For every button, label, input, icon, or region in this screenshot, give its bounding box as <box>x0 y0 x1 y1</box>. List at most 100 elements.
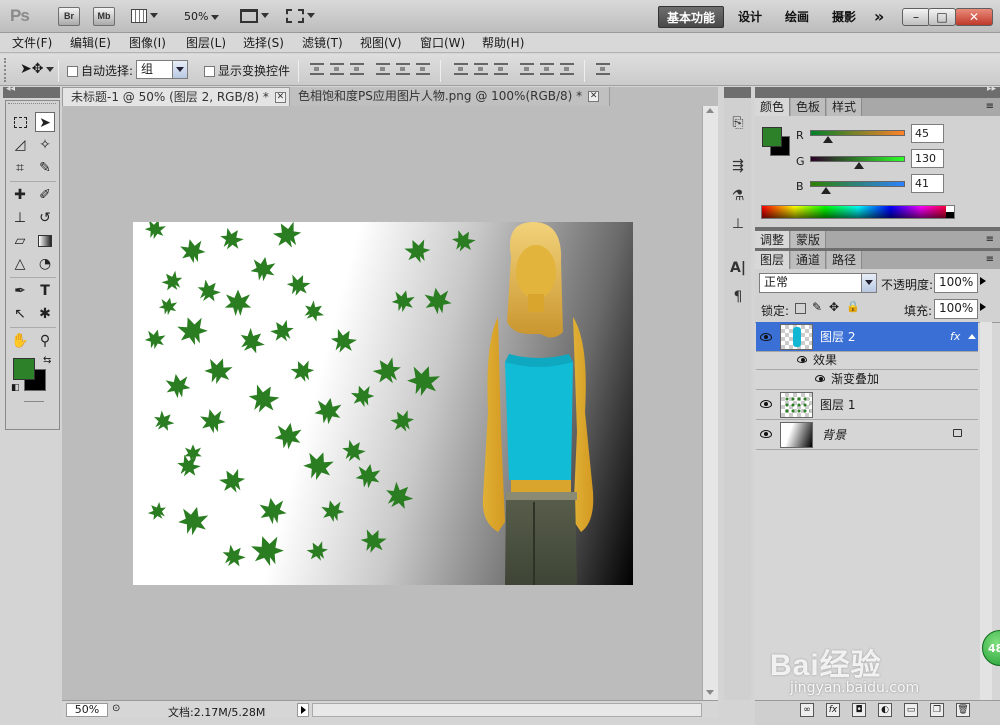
input-g[interactable]: 130 <box>911 149 944 168</box>
shape-tool-icon[interactable]: ✱ <box>35 304 55 324</box>
visibility-eye-icon[interactable] <box>760 333 772 341</box>
opacity-input[interactable]: 100% <box>934 273 978 293</box>
panel-menu-icon[interactable]: ≡ <box>986 101 994 112</box>
tab-channels[interactable]: 通道 <box>791 251 827 269</box>
history-brush-tool-icon[interactable]: ↺ <box>35 208 55 228</box>
panel-menu-icon[interactable]: ≡ <box>986 234 994 245</box>
path-selection-tool-icon[interactable]: ↖ <box>10 304 30 324</box>
distribute-hcenter-icon[interactable] <box>540 63 554 75</box>
clone-source-panel-icon[interactable]: ⊥ <box>728 214 748 234</box>
auto-select-checkbox[interactable] <box>67 66 78 77</box>
add-layer-style-icon[interactable]: fx <box>826 703 840 717</box>
tab-styles[interactable]: 样式 <box>827 98 863 116</box>
show-transform-checkbox[interactable] <box>204 66 215 77</box>
auto-select-dropdown[interactable]: 组 <box>136 60 188 79</box>
minimize-button[interactable]: – <box>902 8 930 26</box>
menu-filter[interactable]: 滤镜(T) <box>302 35 343 51</box>
align-hcenter-icon[interactable] <box>396 63 410 75</box>
distribute-left-icon[interactable] <box>520 63 534 75</box>
layer-name[interactable]: 图层 1 <box>820 398 855 412</box>
color-panel-header[interactable]: ▸▸ <box>755 84 1000 98</box>
auto-select-option[interactable]: 自动选择: <box>67 62 133 79</box>
status-menu-button[interactable] <box>297 703 309 717</box>
new-adjustment-layer-icon[interactable]: ◐ <box>878 703 892 717</box>
align-right-icon[interactable] <box>416 63 430 75</box>
hand-tool-icon[interactable]: ✋ <box>10 331 30 351</box>
slider-g-thumb[interactable] <box>854 162 865 169</box>
zoom-level-dropdown[interactable]: 50% <box>184 10 220 23</box>
blend-mode-dropdown[interactable]: 正常 <box>759 273 877 293</box>
menu-window[interactable]: 窗口(W) <box>420 35 465 51</box>
fill-slider-icon[interactable] <box>980 303 986 311</box>
workspace-design[interactable]: 设计 <box>730 6 770 28</box>
workspace-essentials[interactable]: 基本功能 <box>658 6 725 28</box>
quick-selection-tool-icon[interactable]: ✧ <box>35 135 55 155</box>
horizontal-scrollbar[interactable] <box>312 703 702 717</box>
type-tool-icon[interactable]: T <box>35 281 55 301</box>
tools-panel-header[interactable]: ◂◂ <box>3 84 60 98</box>
status-info-icon[interactable]: ⊙ <box>112 703 126 717</box>
character-panel-icon[interactable]: A| <box>728 258 748 278</box>
align-top-icon[interactable] <box>310 63 324 75</box>
default-colors-icon[interactable]: ◧ <box>11 383 20 393</box>
slider-r-thumb[interactable] <box>822 136 833 143</box>
workspace-photography[interactable]: 摄影 <box>824 6 864 28</box>
lock-all-icon[interactable]: 🔒 <box>846 300 860 313</box>
distribute-top-icon[interactable] <box>454 63 468 75</box>
slider-b[interactable] <box>810 181 905 194</box>
close-tab-icon[interactable]: ✕ <box>274 92 286 103</box>
quick-mask-icon[interactable] <box>24 401 44 417</box>
lock-transparent-icon[interactable] <box>795 303 806 314</box>
actions-panel-icon[interactable]: ⇶ <box>728 156 748 176</box>
fx-icon[interactable]: fx <box>950 330 960 343</box>
new-group-icon[interactable]: ▭ <box>904 703 918 717</box>
visibility-eye-icon[interactable] <box>760 400 772 408</box>
delete-layer-icon[interactable]: 🗑 <box>956 703 970 717</box>
menu-help[interactable]: 帮助(H) <box>482 35 524 51</box>
vertical-scrollbar[interactable] <box>702 106 718 700</box>
brushes-panel-icon[interactable]: ⚗ <box>728 186 748 206</box>
eyedropper-tool-icon[interactable]: ✎ <box>35 158 55 178</box>
lasso-tool-icon[interactable]: ◿ <box>10 135 30 155</box>
distribute-bottom-icon[interactable] <box>494 63 508 75</box>
menu-view[interactable]: 视图(V) <box>360 35 402 51</box>
restore-button[interactable]: □ <box>928 8 956 26</box>
paragraph-panel-icon[interactable]: ¶ <box>728 287 748 307</box>
layer-name[interactable]: 背景 <box>822 428 846 442</box>
show-transform-option[interactable]: 显示变换控件 <box>204 62 290 79</box>
visibility-eye-icon[interactable] <box>797 356 807 363</box>
dodge-tool-icon[interactable]: ◔ <box>35 254 55 274</box>
tab-layers[interactable]: 图层 <box>755 251 791 269</box>
link-layers-icon[interactable]: ∞ <box>800 703 814 717</box>
scroll-up-icon[interactable] <box>706 108 714 113</box>
zoom-tool-icon[interactable]: ⚲ <box>35 331 55 351</box>
align-left-icon[interactable] <box>376 63 390 75</box>
align-vcenter-icon[interactable] <box>330 63 344 75</box>
menu-file[interactable]: 文件(F) <box>12 35 52 51</box>
minibridge-button[interactable]: Mb <box>93 7 115 26</box>
workspace-painting[interactable]: 绘画 <box>777 6 817 28</box>
tab-adjustments[interactable]: 调整 <box>755 231 791 249</box>
slider-b-thumb[interactable] <box>821 187 832 194</box>
panel-menu-icon[interactable]: ≡ <box>986 254 994 265</box>
slider-g[interactable] <box>810 156 905 169</box>
tab-color[interactable]: 颜色 <box>755 98 791 116</box>
slider-r[interactable] <box>810 130 905 143</box>
new-layer-icon[interactable]: ❐ <box>930 703 944 717</box>
tab-swatches[interactable]: 色板 <box>791 98 827 116</box>
bridge-button[interactable]: Br <box>58 7 80 26</box>
color-spectrum-bar[interactable] <box>761 205 955 219</box>
more-workspaces-button[interactable]: » <box>866 6 892 28</box>
view-extras-button[interactable] <box>131 8 163 26</box>
tab-paths[interactable]: 路径 <box>827 251 863 269</box>
gradient-tool-icon[interactable] <box>35 231 55 251</box>
layer-name[interactable]: 图层 2 <box>820 330 855 344</box>
color-foreground-swatch[interactable] <box>762 127 782 147</box>
lock-position-icon[interactable]: ✥ <box>829 300 839 314</box>
foreground-color-swatch[interactable] <box>13 358 35 380</box>
history-panel-icon[interactable]: ⎘ <box>728 113 748 133</box>
brush-tool-icon[interactable]: ✐ <box>35 185 55 205</box>
menu-image[interactable]: 图像(I) <box>129 35 166 51</box>
input-r[interactable]: 45 <box>911 124 944 143</box>
crop-tool-icon[interactable]: ⌗ <box>10 158 30 178</box>
